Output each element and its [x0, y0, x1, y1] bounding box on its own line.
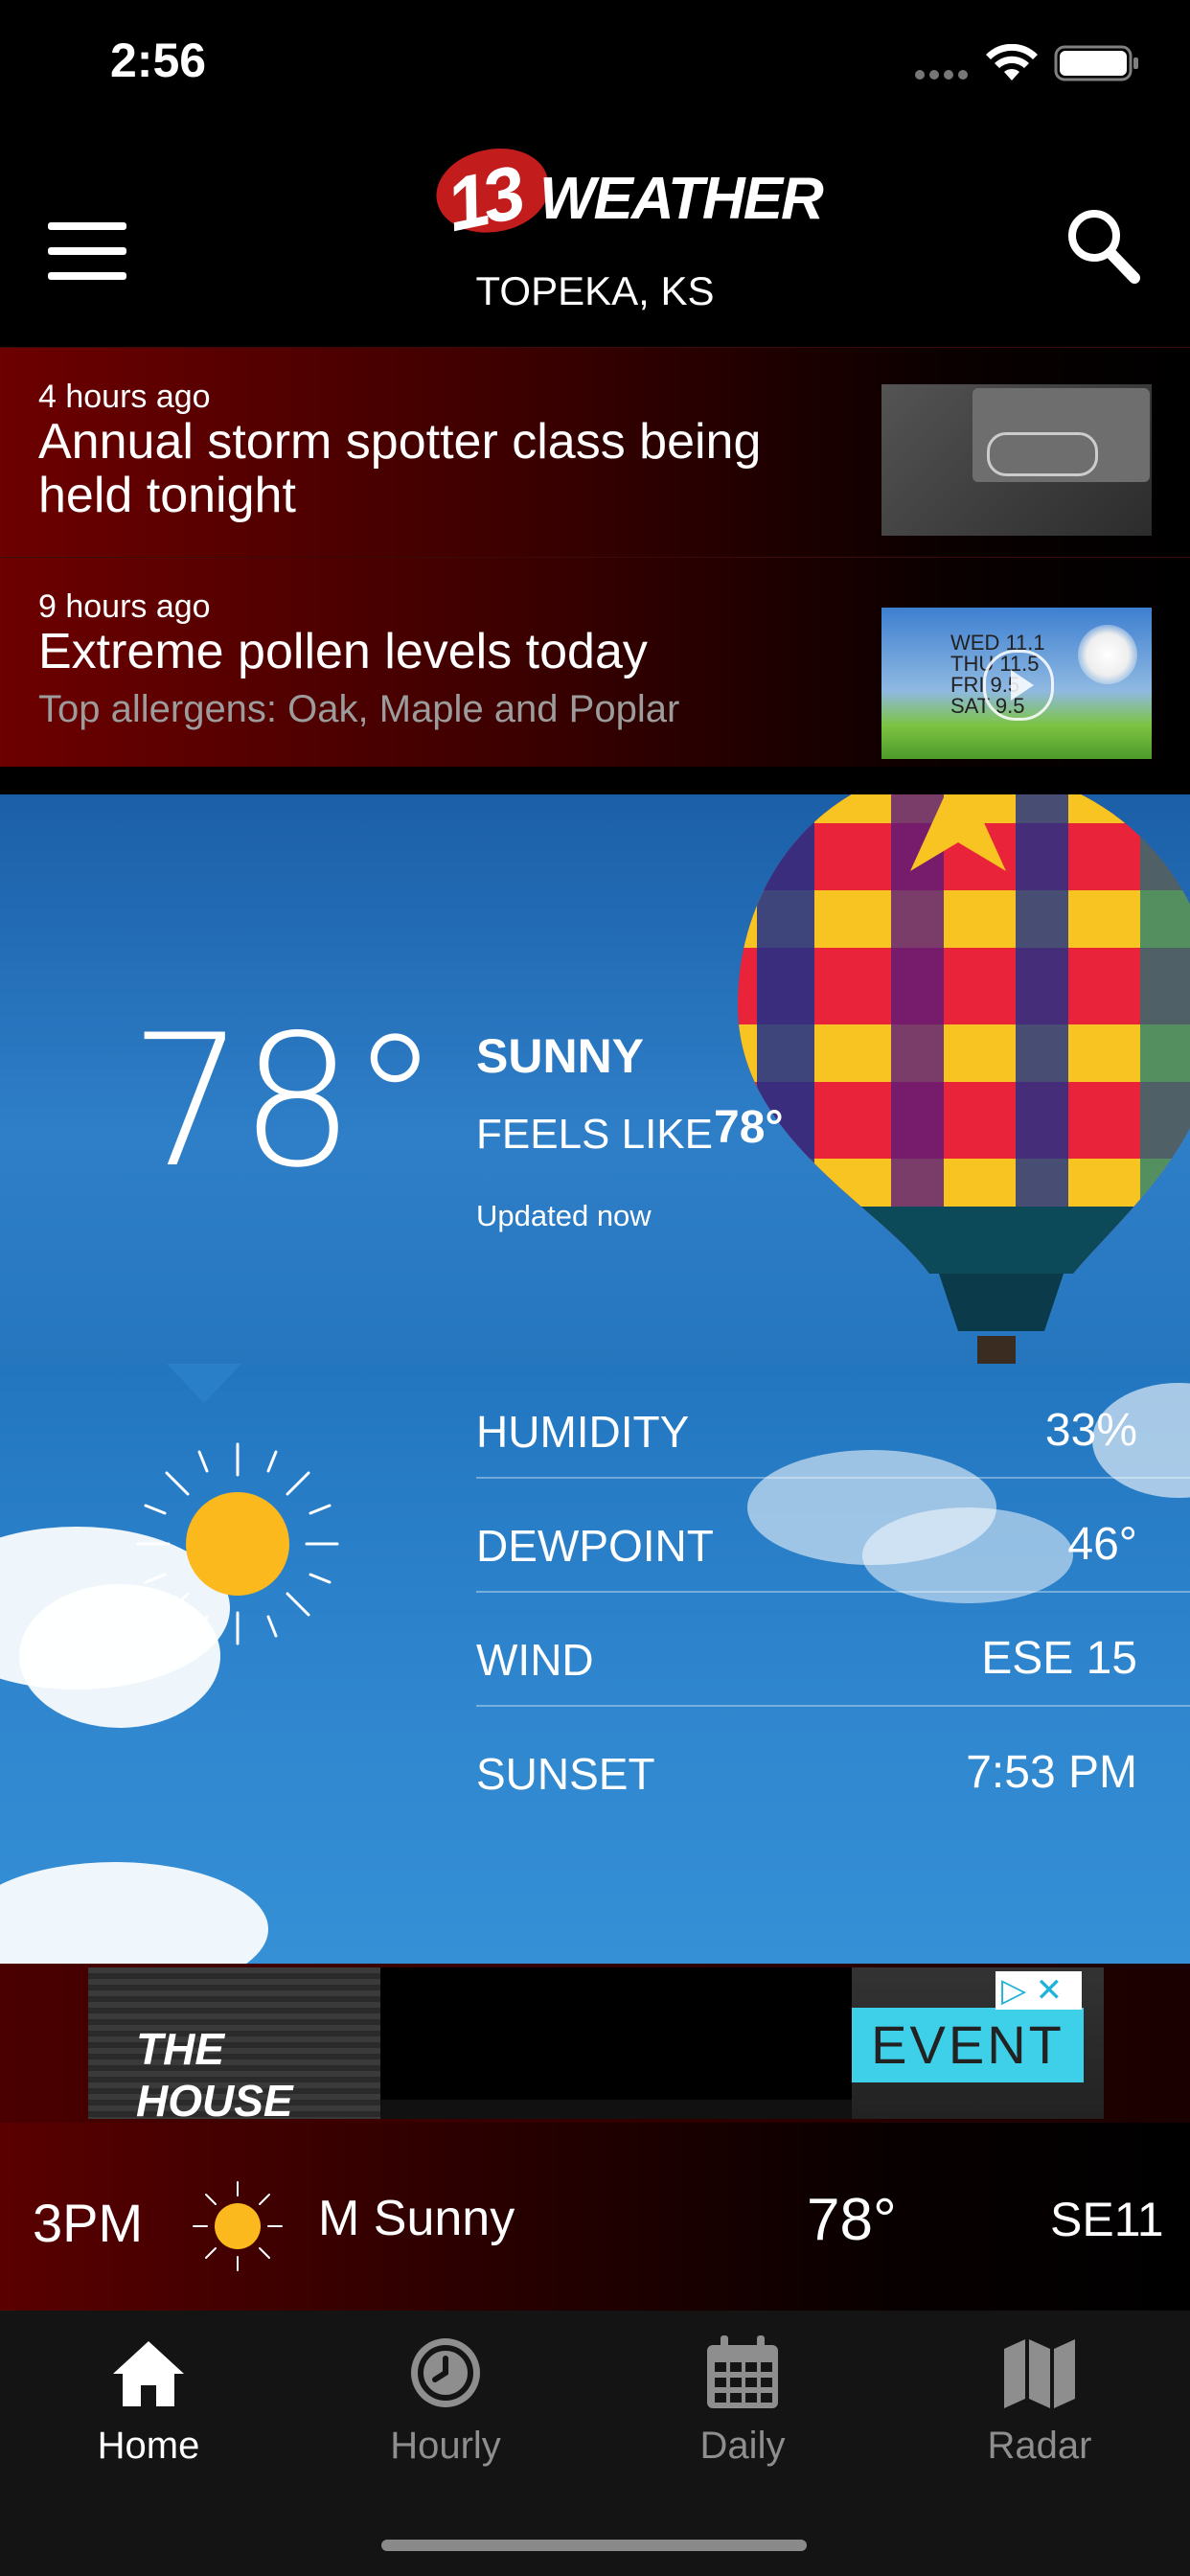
ad-event-text: EVENT [852, 2008, 1084, 2082]
feels-like-value: 78° [714, 1102, 784, 1153]
app-header: 13 WEATHER TOPEKA, KS [0, 125, 1190, 347]
sunny-weather-icon [136, 1442, 339, 1645]
hot-air-balloon-image [738, 794, 1190, 1364]
detail-label: WIND [476, 1635, 594, 1685]
news-thumbnail [881, 384, 1152, 536]
home-indicator[interactable] [381, 2540, 807, 2551]
detail-label: HUMIDITY [476, 1407, 690, 1457]
news-headline: Annual storm spotter class being held to… [38, 414, 762, 523]
home-icon [113, 2341, 184, 2406]
clock-icon [411, 2338, 480, 2407]
detail-value: ESE 15 [981, 1633, 1137, 1684]
search-icon[interactable] [1062, 205, 1142, 286]
logo-number: 13 [439, 150, 527, 248]
location-label[interactable]: TOPEKA, KS [0, 268, 1190, 314]
tab-hourly[interactable]: Hourly [297, 2334, 594, 2477]
ad-choices-icon[interactable]: ▷ ✕ [995, 1971, 1082, 2010]
current-condition: SUNNY [476, 1029, 645, 1083]
dandelion-image [1078, 625, 1137, 684]
current-conditions-panel: 78° SUNNY FEELS LIKE 78° Updated now [0, 794, 1190, 1364]
hourly-wind: SE11 [1050, 2193, 1164, 2246]
logo-text: WEATHER [539, 166, 824, 232]
detail-row-sunset: SUNSET 7:53 PM [476, 1706, 1190, 1819]
bottom-tab-bar: Home Hourly Daily Radar [0, 2311, 1190, 2576]
news-video-thumbnail: WED 11.1 THU 11.5 FRI 9.5 SAT 9.5 [881, 608, 1152, 759]
cellular-signal-icon [915, 67, 973, 84]
tab-label: Hourly [390, 2425, 501, 2467]
banner-ad[interactable]: THE HOUSE EVENT ▷ ✕ [88, 1967, 1104, 2126]
tab-home[interactable]: Home [0, 2334, 297, 2477]
news-timestamp: 4 hours ago [38, 379, 211, 415]
ad-center-panel [380, 1967, 852, 2100]
detail-value: 46° [1067, 1519, 1137, 1570]
news-item[interactable]: 9 hours ago Extreme pollen levels today … [0, 557, 1190, 767]
updated-timestamp: Updated now [476, 1199, 652, 1232]
detail-row-humidity: HUMIDITY 33% [476, 1364, 1190, 1479]
news-timestamp: 9 hours ago [38, 588, 211, 625]
sunny-small-icon [193, 2181, 283, 2271]
map-icon [1004, 2339, 1075, 2408]
ad-left-panel: THE HOUSE [88, 1967, 380, 2126]
hourly-forecast-strip[interactable]: 3PM M Sunny 78° SE11 [0, 2123, 1190, 2311]
news-item[interactable]: 4 hours ago Annual storm spotter class b… [0, 347, 1190, 557]
detail-row-wind: WIND ESE 15 [476, 1592, 1190, 1707]
detail-label: SUNSET [476, 1749, 655, 1799]
detail-label: DEWPOINT [476, 1521, 714, 1571]
detail-row-dewpoint: DEWPOINT 46° [476, 1478, 1190, 1593]
detail-value: 33% [1044, 1405, 1137, 1456]
news-headline: Extreme pollen levels today [38, 624, 648, 679]
ad-left-text: THE HOUSE [136, 2024, 293, 2126]
current-temperature: 78° [129, 996, 441, 1208]
station-logo: 13 WEATHER [428, 138, 824, 248]
news-subtitle: Top allergens: Oak, Maple and Poplar [38, 688, 680, 730]
tab-label: Radar [987, 2425, 1092, 2467]
status-bar: 2:56 [0, 0, 1190, 125]
detail-value: 7:53 PM [966, 1747, 1137, 1798]
feels-like-label: FEELS LIKE [476, 1111, 714, 1158]
wifi-icon [985, 43, 1039, 87]
tab-radar[interactable]: Radar [891, 2334, 1188, 2477]
tab-label: Daily [699, 2425, 786, 2467]
hourly-condition: M Sunny [318, 2191, 515, 2246]
tab-daily[interactable]: Daily [594, 2334, 891, 2477]
ad-right-panel: EVENT ▷ ✕ [852, 1967, 1104, 2119]
status-time: 2:56 [110, 34, 207, 87]
play-icon [983, 650, 1054, 721]
battery-icon [1054, 44, 1140, 87]
conditions-details-panel: HUMIDITY 33% DEWPOINT 46° WIND ESE 15 SU… [0, 1364, 1190, 1964]
hourly-temperature: 78° [807, 2187, 897, 2253]
hourly-time: 3PM [33, 2193, 144, 2253]
calendar-icon [707, 2335, 778, 2408]
tab-label: Home [97, 2425, 200, 2467]
